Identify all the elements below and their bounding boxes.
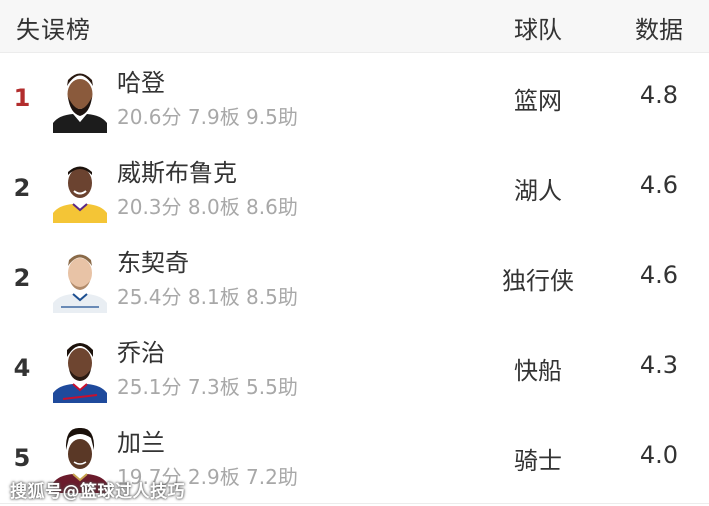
player-name[interactable]: 加兰 — [117, 423, 165, 458]
player-stats: 25.1分 7.3板 5.5助 — [117, 375, 298, 399]
turnover-value: 4.0 — [639, 441, 679, 469]
table-row[interactable]: 2 威斯布鲁克 20.3分 8.0板 8.6助 湖人 4.6 — [0, 143, 709, 234]
player-stats: 20.6分 7.9板 9.5助 — [117, 105, 298, 129]
player-name[interactable]: 哈登 — [117, 63, 165, 98]
table-row[interactable]: 4 乔治 25.1分 7.3板 5.5助 快船 4.3 — [0, 323, 709, 414]
rank-number: 2 — [13, 264, 31, 292]
player-stats: 20.3分 8.0板 8.6助 — [117, 195, 298, 219]
team-column-header[interactable]: 球队 — [470, 10, 606, 45]
player-avatar — [53, 254, 107, 313]
team-name[interactable]: 湖人 — [470, 171, 606, 206]
player-name[interactable]: 东契奇 — [117, 243, 189, 278]
player-name[interactable]: 威斯布鲁克 — [117, 153, 237, 188]
rank-number: 1 — [13, 84, 31, 112]
turnover-value: 4.3 — [639, 351, 679, 379]
team-name[interactable]: 快船 — [470, 351, 606, 386]
rank-number: 5 — [13, 444, 31, 472]
rank-number: 4 — [13, 354, 31, 382]
player-avatar — [53, 73, 107, 133]
watermark: 搜狐号@篮球过人技巧 — [10, 482, 185, 502]
table-header: 失误榜 球队 数据 — [0, 0, 709, 53]
team-name[interactable]: 篮网 — [470, 81, 606, 116]
rank-number: 2 — [13, 174, 31, 202]
value-column-header[interactable]: 数据 — [600, 10, 709, 45]
turnover-value: 4.8 — [639, 81, 679, 109]
table-row[interactable]: 2 东契奇 25.4分 8.1板 8.5助 独行侠 4.6 — [0, 233, 709, 324]
team-name[interactable]: 独行侠 — [470, 261, 606, 296]
player-name[interactable]: 乔治 — [117, 333, 165, 368]
page-title: 失误榜 — [16, 16, 91, 44]
turnover-value: 4.6 — [639, 171, 679, 199]
player-stats: 25.4分 8.1板 8.5助 — [117, 285, 298, 309]
player-avatar — [53, 343, 107, 403]
player-avatar — [53, 166, 107, 223]
turnover-value: 4.6 — [639, 261, 679, 289]
team-name[interactable]: 骑士 — [470, 441, 606, 476]
table-row[interactable]: 1 哈登 20.6分 7.9板 9.5助 篮网 4.8 — [0, 53, 709, 144]
